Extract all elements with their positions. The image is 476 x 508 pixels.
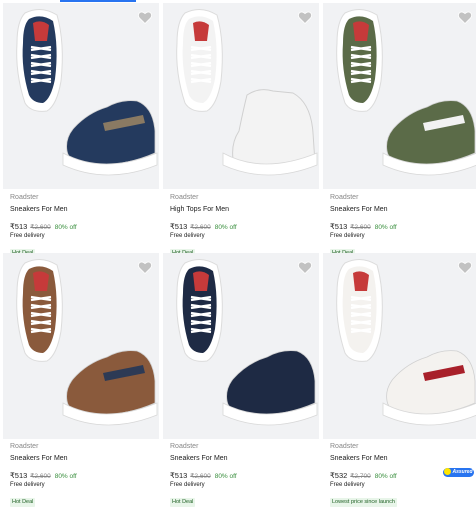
original-price: ₹2,600 — [190, 473, 211, 480]
original-price: ₹2,600 — [190, 224, 211, 231]
selling-price: ₹513 — [170, 222, 188, 231]
product-info: Roadster High Tops For Men ₹513 ₹2,600 80% o… — [170, 192, 316, 259]
price-row: ₹513 ₹2,600 80% off — [10, 468, 156, 480]
deal-tag: Lowest price since launch — [330, 498, 397, 507]
selling-price: ₹513 — [170, 471, 188, 480]
product-title[interactable]: High Tops For Men — [170, 205, 316, 215]
original-price: ₹2,600 — [30, 224, 51, 231]
product-title[interactable]: Sneakers For Men — [170, 454, 316, 464]
shoe-side-view — [62, 350, 158, 426]
heart-icon[interactable] — [458, 261, 472, 274]
discount-percent: 80% off — [54, 224, 77, 231]
discount-percent: 80% off — [374, 224, 397, 231]
shoe-top-view — [336, 9, 383, 112]
original-price: ₹2,600 — [30, 473, 51, 480]
shoe-top-view — [16, 259, 63, 362]
product-image[interactable] — [323, 3, 476, 189]
product-image[interactable] — [163, 253, 319, 439]
selling-price: ₹513 — [10, 222, 28, 231]
product-brand: Roadster — [10, 194, 39, 201]
price-row: ₹513 ₹2,600 80% off — [170, 468, 316, 480]
product-title[interactable]: Sneakers For Men — [330, 205, 476, 215]
product-image[interactable] — [3, 253, 159, 439]
price-row: ₹513 ₹2,600 80% off — [10, 219, 156, 231]
product-info: Roadster Sneakers For Men ₹513 ₹2,600 80% of… — [330, 192, 476, 259]
discount-percent: 80% off — [214, 224, 237, 231]
heart-icon[interactable] — [138, 11, 152, 24]
delivery-info: Free delivery — [170, 482, 205, 488]
delivery-info: Free delivery — [10, 233, 45, 239]
product-grid: Roadster Sneakers For Men ₹513 ₹2,600 80% of… — [0, 0, 476, 507]
product-info: Roadster Sneakers For Men ₹513 ₹2,600 80% of… — [10, 441, 156, 508]
product-image[interactable] — [3, 3, 159, 189]
discount-percent: 80% off — [214, 473, 237, 480]
product-brand: Roadster — [330, 443, 359, 450]
assured-badge-icon: Assured — [443, 467, 474, 477]
heart-icon[interactable] — [138, 261, 152, 274]
selling-price: ₹513 — [10, 471, 28, 480]
delivery-info: Free delivery — [330, 233, 365, 239]
heart-icon[interactable] — [458, 11, 472, 24]
active-indicator — [60, 0, 136, 2]
assured-check-icon — [444, 467, 452, 475]
product-info: Roadster Sneakers For Men ₹513 ₹2,600 80% of… — [10, 192, 156, 259]
shoe-top-view — [336, 259, 383, 362]
shoe-top-view — [16, 9, 63, 112]
product-title[interactable]: Sneakers For Men — [10, 454, 156, 464]
original-price: ₹2,600 — [350, 224, 371, 231]
discount-percent: 80% off — [374, 473, 397, 480]
delivery-info: Free delivery — [10, 482, 45, 488]
product-image[interactable] — [323, 253, 476, 439]
price-row: ₹513 ₹2,600 80% off — [170, 219, 316, 231]
product-brand: Roadster — [10, 443, 39, 450]
shoe-side-view — [382, 100, 476, 176]
delivery-info: Free delivery — [170, 233, 205, 239]
selling-price: ₹532 — [330, 471, 348, 480]
selling-price: ₹513 — [330, 222, 348, 231]
shoe-side-view — [222, 350, 318, 426]
product-info: Roadster Sneakers For Men ₹532 ₹2,700 80% of… — [330, 441, 476, 508]
shoe-side-view — [222, 89, 318, 176]
product-brand: Roadster — [170, 194, 199, 201]
assured-label: Assured — [452, 469, 473, 475]
original-price: ₹2,700 — [350, 473, 371, 480]
heart-icon[interactable] — [298, 11, 312, 24]
product-info: Roadster Sneakers For Men ₹513 ₹2,600 80% of… — [170, 441, 316, 508]
deal-tag: Hot Deal — [170, 498, 196, 507]
delivery-info: Free delivery — [330, 482, 365, 488]
deal-tag: Hot Deal — [10, 498, 36, 507]
product-brand: Roadster — [330, 194, 359, 201]
product-title[interactable]: Sneakers For Men — [10, 205, 156, 215]
product-brand: Roadster — [170, 443, 199, 450]
shoe-side-view — [382, 350, 476, 426]
product-title[interactable]: Sneakers For Men — [330, 454, 476, 464]
product-image[interactable] — [163, 3, 319, 189]
shoe-top-view — [176, 9, 223, 112]
price-row: ₹513 ₹2,600 80% off — [330, 219, 476, 231]
heart-icon[interactable] — [298, 261, 312, 274]
discount-percent: 80% off — [54, 473, 77, 480]
shoe-side-view — [62, 100, 158, 176]
shoe-top-view — [176, 259, 223, 362]
